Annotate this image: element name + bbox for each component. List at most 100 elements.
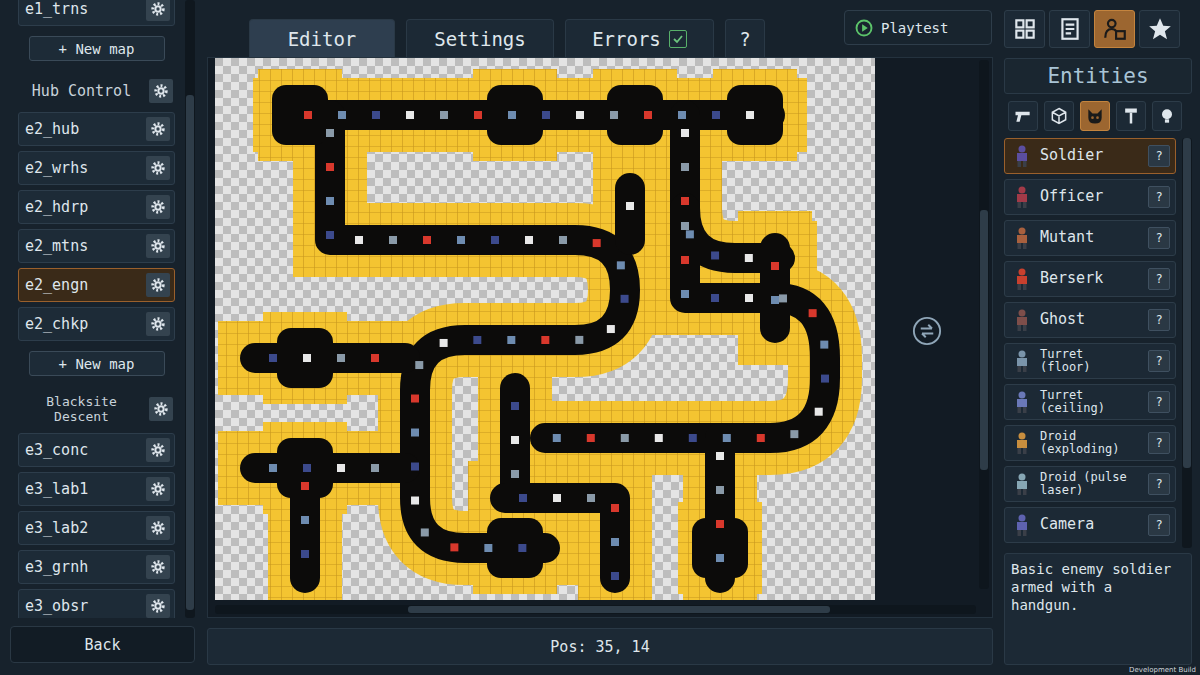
settings-button[interactable] <box>146 555 170 579</box>
help-button[interactable]: ? <box>1148 391 1170 413</box>
map-name: e3_obsr <box>25 597 146 615</box>
mode-button[interactable] <box>1139 10 1180 48</box>
back-button[interactable]: Back <box>10 626 195 663</box>
enemy-figure-icon <box>1010 224 1034 252</box>
help-button[interactable]: ? <box>1148 268 1170 290</box>
category-button[interactable] <box>1116 101 1146 131</box>
gear-icon <box>150 559 166 575</box>
scrollbar[interactable] <box>185 0 195 618</box>
position-readout: Pos: 35, 14 <box>207 628 993 665</box>
map-name: e2_hdrp <box>25 198 146 216</box>
settings-button[interactable] <box>146 234 170 258</box>
map-item[interactable]: e2_hdrp <box>18 190 175 224</box>
editor-area: Editor Settings Errors? Playtest Pos: 35, 14 <box>200 0 1000 675</box>
horizontal-scrollbar[interactable] <box>215 605 976 614</box>
category-button[interactable] <box>1008 101 1038 131</box>
settings-button[interactable] <box>146 312 170 336</box>
mode-bar <box>1004 10 1192 48</box>
map-item[interactable]: e2_mtns <box>18 229 175 263</box>
help-button[interactable]: ? <box>1148 186 1170 208</box>
scrollbar-thumb[interactable] <box>408 606 830 613</box>
settings-button[interactable] <box>149 79 173 103</box>
map-item[interactable]: e2_engn <box>18 268 175 302</box>
entity-item[interactable]: Turret (ceiling)? <box>1004 384 1176 420</box>
help-button[interactable]: ? <box>1148 473 1170 495</box>
category-button[interactable] <box>1152 101 1182 131</box>
playtest-label: Playtest <box>881 20 948 36</box>
settings-button[interactable] <box>146 438 170 462</box>
scrollbar[interactable] <box>1182 138 1192 548</box>
gear-icon <box>150 520 166 536</box>
category-bar <box>1004 99 1192 133</box>
entity-item[interactable]: Soldier? <box>1004 138 1176 174</box>
help-button[interactable]: ? <box>1148 432 1170 454</box>
settings-button[interactable] <box>146 477 170 501</box>
mode-button[interactable] <box>1049 10 1090 48</box>
gear-icon <box>153 401 169 417</box>
help-button[interactable]: ? <box>1148 350 1170 372</box>
settings-button[interactable] <box>146 516 170 540</box>
settings-button[interactable] <box>146 0 170 21</box>
gear-icon <box>150 481 166 497</box>
entity-name: Mutant <box>1040 230 1142 246</box>
enemy-figure-icon <box>1010 470 1034 498</box>
entity-name: Berserk <box>1040 271 1142 287</box>
map-item[interactable]: e2_wrhs <box>18 151 175 185</box>
settings-button[interactable] <box>146 195 170 219</box>
gear-icon <box>150 121 166 137</box>
scrollbar-thumb[interactable] <box>1183 138 1191 468</box>
play-icon <box>855 19 873 37</box>
vertical-scrollbar[interactable] <box>979 60 989 589</box>
playtest-button[interactable]: Playtest <box>844 10 992 45</box>
help-button[interactable]: ? <box>1148 227 1170 249</box>
gear-icon <box>150 238 166 254</box>
category-button[interactable] <box>1044 101 1074 131</box>
map-item[interactable]: e3_conc <box>18 433 175 467</box>
enemy-figure-icon <box>1010 142 1034 170</box>
entity-name: Officer <box>1040 189 1142 205</box>
map-item[interactable]: e2_chkp <box>18 307 175 341</box>
category-button[interactable] <box>1080 101 1110 131</box>
entity-item[interactable]: Turret (floor)? <box>1004 343 1176 379</box>
map-item[interactable]: e3_lab1 <box>18 472 175 506</box>
tab-label: Settings <box>434 28 526 50</box>
tab[interactable]: ? <box>725 19 765 57</box>
map-name: e3_grnh <box>25 558 146 576</box>
scrollbar-thumb[interactable] <box>980 210 988 470</box>
swap-icon[interactable] <box>912 316 942 346</box>
entity-item[interactable]: Berserk? <box>1004 261 1176 297</box>
entity-name: Turret (floor) <box>1040 348 1142 373</box>
scrollbar-thumb[interactable] <box>186 95 194 610</box>
entity-name: Ghost <box>1040 312 1142 328</box>
new-map-button[interactable]: + New map <box>29 351 165 376</box>
tab[interactable]: Editor <box>249 19 395 57</box>
settings-button[interactable] <box>146 117 170 141</box>
map-view <box>207 57 993 618</box>
settings-button[interactable] <box>149 397 173 421</box>
settings-button[interactable] <box>146 273 170 297</box>
entity-item[interactable]: Ghost? <box>1004 302 1176 338</box>
tab[interactable]: Settings <box>406 19 554 57</box>
help-button[interactable]: ? <box>1148 309 1170 331</box>
help-button[interactable]: ? <box>1148 514 1170 536</box>
gear-icon <box>150 316 166 332</box>
entity-item[interactable]: Droid (exploding)? <box>1004 425 1176 461</box>
map-item[interactable]: e3_lab2 <box>18 511 175 545</box>
map-item[interactable]: e3_obsr <box>18 589 175 618</box>
mode-button[interactable] <box>1004 10 1045 48</box>
map-item[interactable]: e2_hub <box>18 112 175 146</box>
map-canvas[interactable] <box>215 58 875 600</box>
settings-button[interactable] <box>146 594 170 618</box>
new-map-button[interactable]: + New map <box>29 36 165 61</box>
entity-item[interactable]: Mutant? <box>1004 220 1176 256</box>
panel-title: Entities <box>1004 58 1192 94</box>
entity-item[interactable]: Officer? <box>1004 179 1176 215</box>
entity-item[interactable]: Droid (pulse laser)? <box>1004 466 1176 502</box>
mode-button[interactable] <box>1094 10 1135 48</box>
map-item[interactable]: e1_trns <box>18 0 175 26</box>
settings-button[interactable] <box>146 156 170 180</box>
tab[interactable]: Errors <box>565 19 714 57</box>
map-item[interactable]: e3_grnh <box>18 550 175 584</box>
entity-item[interactable]: Camera? <box>1004 507 1176 543</box>
help-button[interactable]: ? <box>1148 145 1170 167</box>
